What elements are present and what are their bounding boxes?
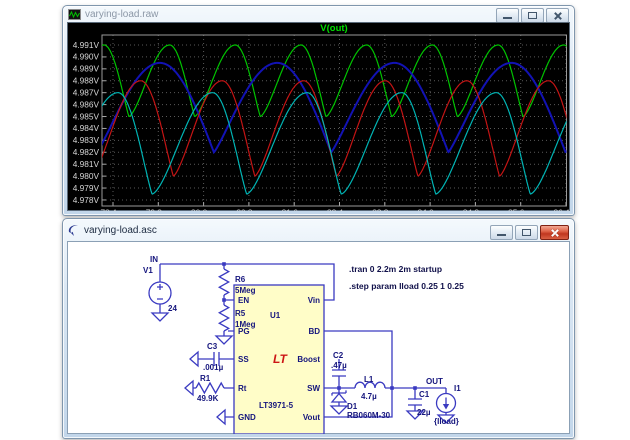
waveform-window-title: varying-load.raw [85, 9, 158, 20]
waveform-plot-pane[interactable]: V(out) 78.4µs 79.2µs 80.0µs 80.8µs 81.6µs 82.… [67, 22, 570, 211]
trace-label[interactable]: V(out) [320, 23, 347, 34]
l1-value[interactable]: 4.7µ [361, 392, 377, 401]
v1-value[interactable]: 24 [168, 304, 177, 313]
ground-r1 [185, 381, 193, 395]
y-tick-label: 4.981V [73, 159, 100, 169]
desktop: { "colors": { "wire_blue": "#3a3ac1", "i… [0, 0, 630, 440]
i1-value[interactable]: {Iload} [434, 417, 459, 426]
y-tick-label: 4.983V [73, 135, 100, 145]
pin-gnd: GND [238, 413, 256, 422]
maximize-button[interactable] [515, 225, 538, 240]
y-tick-label: 4.987V [73, 87, 100, 97]
y-tick-label: 4.984V [73, 123, 100, 133]
x-tick-label: 82.4µs [327, 208, 352, 212]
y-tick-label: 4.990V [73, 52, 100, 62]
pin-pg: PG [238, 327, 250, 336]
c1-value[interactable]: 22µ [417, 408, 431, 417]
resistor-r6-symbol[interactable] [219, 269, 228, 295]
v1-plus-minus [157, 284, 163, 299]
y-tick-label: 4.986V [73, 99, 100, 109]
y-tick-label: 4.978V [73, 195, 100, 205]
resistor-r1-symbol[interactable] [196, 383, 224, 393]
ic-refdes[interactable]: U1 [270, 311, 281, 320]
x-tick-label: 85.6µs [508, 208, 533, 212]
r1-value[interactable]: 49.9K [197, 394, 219, 403]
schematic-window: varying-load.asc [62, 218, 575, 439]
pin-boost: Boost [297, 355, 320, 364]
i1-arrowhead [443, 404, 449, 410]
x-tick-label: 86.4µs [553, 208, 569, 212]
waveform-trace [99, 45, 567, 116]
capacitor-c2-symbol[interactable] [332, 370, 346, 376]
ic-part-number[interactable]: LT3971-5 [259, 401, 294, 410]
waveform-window-titlebar[interactable]: varying-load.raw [63, 6, 574, 22]
d1-value[interactable]: RB060M-30 [347, 411, 391, 420]
pin-vin: Vin [308, 296, 320, 305]
y-tick-label: 4.979V [73, 183, 100, 193]
r1-refdes[interactable]: R1 [200, 374, 211, 383]
d1-refdes[interactable]: D1 [347, 402, 358, 411]
r5-refdes[interactable]: R5 [235, 309, 246, 318]
x-tick-label: 81.6µs [282, 208, 307, 212]
maximize-button[interactable] [521, 8, 544, 23]
y-tick-label: 4.988V [73, 76, 100, 86]
c3-refdes[interactable]: C3 [207, 342, 218, 351]
schematic-drawing: LT IN OUT V1 24 R6 5Meg R5 1Meg C3 .001µ… [68, 242, 569, 434]
plot-border [102, 35, 567, 206]
ground-d1 [331, 406, 347, 414]
ltspice-app-icon [68, 224, 80, 237]
i1-refdes[interactable]: I1 [454, 384, 461, 393]
r6-value[interactable]: 5Meg [235, 286, 256, 295]
pin-sw: SW [307, 384, 320, 393]
r6-refdes[interactable]: R6 [235, 275, 246, 284]
ground-gnd-pin [217, 410, 225, 424]
y-tick-label: 4.989V [73, 64, 100, 74]
ground-c3 [190, 352, 198, 366]
waveform-plot: V(out) 78.4µs 79.2µs 80.0µs 80.8µs 81.6µs 82.… [68, 23, 569, 211]
y-tick-label: 4.980V [73, 171, 100, 181]
resistor-r5-symbol[interactable] [219, 305, 228, 331]
x-tick-label: 80.0µs [191, 208, 216, 212]
x-tick-label: 84.8µs [463, 208, 488, 212]
pin-bd: BD [308, 327, 320, 336]
minimize-button[interactable] [496, 8, 519, 23]
pin-vout: Vout [303, 413, 321, 422]
x-tick-label: 79.2µs [146, 208, 171, 212]
pin-en: EN [238, 296, 249, 305]
c3-value[interactable]: .001µ [203, 363, 224, 372]
close-button[interactable] [546, 8, 569, 23]
x-tick-label: 83.2µs [372, 208, 397, 212]
minimize-button[interactable] [490, 225, 513, 240]
lt-logo: LT [273, 352, 288, 366]
close-button[interactable] [540, 225, 569, 240]
waveform-file-icon [68, 9, 81, 20]
ground-v1 [152, 313, 168, 321]
ground-r5 [216, 336, 232, 344]
tran-directive[interactable]: .tran 0 2.2m 2m startup [349, 264, 442, 274]
net-label-in[interactable]: IN [150, 255, 158, 264]
pin-rt: Rt [238, 384, 247, 393]
c2-value[interactable]: .47µ [331, 361, 347, 370]
c2-refdes[interactable]: C2 [333, 351, 344, 360]
l1-refdes[interactable]: L1 [364, 375, 374, 384]
y-tick-label: 4.991V [73, 40, 100, 50]
v1-refdes[interactable]: V1 [143, 266, 153, 275]
net-label-out[interactable]: OUT [426, 377, 443, 386]
c1-refdes[interactable]: C1 [419, 390, 430, 399]
step-directive[interactable]: .step param Iload 0.25 1 0.25 [349, 281, 464, 291]
waveform-window: varying-load.raw V(out) 78.4µs 79.2µs 80.0… [62, 5, 575, 216]
x-tick-label: 80.8µs [236, 208, 261, 212]
schematic-window-titlebar[interactable]: varying-load.asc [63, 219, 574, 241]
schematic-window-title: varying-load.asc [84, 225, 157, 236]
y-tick-label: 4.985V [73, 111, 100, 121]
y-tick-label: 4.982V [73, 147, 100, 157]
pin-ss: SS [238, 355, 249, 364]
schematic-canvas[interactable]: LT IN OUT V1 24 R6 5Meg R5 1Meg C3 .001µ… [67, 241, 570, 434]
x-tick-label: 78.4µs [100, 208, 125, 212]
x-tick-label: 84.0µs [418, 208, 443, 212]
capacitor-c1-symbol[interactable] [408, 399, 422, 405]
